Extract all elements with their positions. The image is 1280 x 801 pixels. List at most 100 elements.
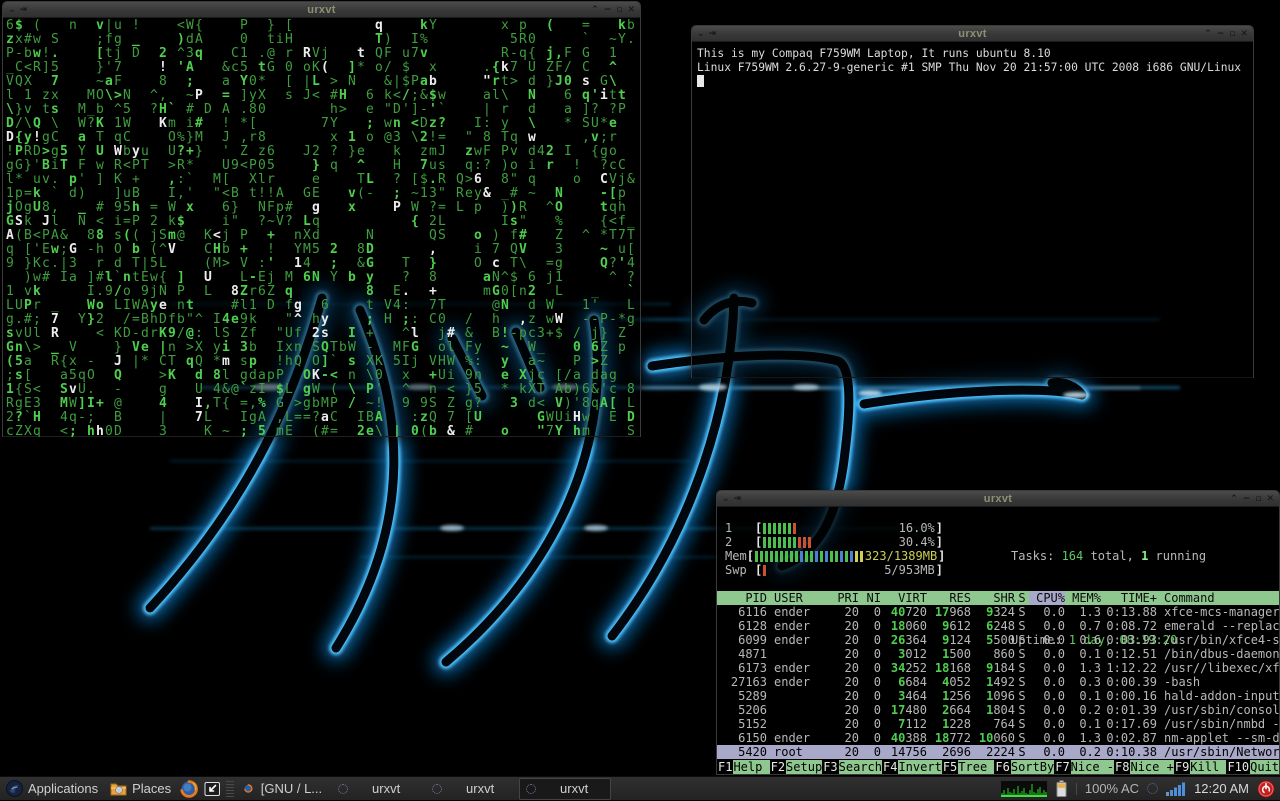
- process-row-27163[interactable]: 27163ender200668440521492S0.00.30:00.39-…: [717, 675, 1279, 689]
- window-pin-icon[interactable]: ⇥: [20, 2, 28, 18]
- fkey-F10[interactable]: F10Quit: [1226, 760, 1279, 774]
- htop-terminal-screen[interactable]: 1[16.0%]2[30.4%]Mem[323/1389MB]Swp[5/953…: [717, 507, 1279, 774]
- shade-icon[interactable]: ⌃: [1204, 26, 1212, 42]
- taskbar-window-3-urxvt[interactable]: urxvt: [519, 778, 611, 800]
- column-header-Command[interactable]: Command: [1157, 591, 1279, 605]
- table-cell: 14756: [881, 745, 927, 759]
- task-button-label: urxvt: [372, 781, 400, 796]
- window-urxvt-cmatrix: ⌄ ⇥ urxvt ⌃ − ▫ ✕ 6$ ( n v|u ! <W{ P } […: [2, 1, 641, 437]
- taskbar-window-2-urxvt[interactable]: urxvt: [425, 778, 517, 800]
- power-quit-icon[interactable]: [1257, 780, 1275, 798]
- table-cell: 0.2: [1065, 703, 1101, 717]
- titlebar[interactable]: ⌄ ⇥ urxvt ⌃ − ▫ ✕: [717, 491, 1279, 507]
- table-cell: [767, 703, 833, 717]
- fkey-F7[interactable]: F7Nice -: [1054, 760, 1114, 774]
- column-header-PID[interactable]: PID: [725, 591, 767, 605]
- column-header-NI[interactable]: NI: [859, 591, 881, 605]
- process-row-5289[interactable]: 5289200346412561096S0.00.10:00.16hald-ad…: [717, 689, 1279, 703]
- process-row-5420[interactable]: 5420root2001475626962224S0.00.20:10.38/u…: [717, 745, 1279, 759]
- table-cell: 20: [833, 689, 859, 703]
- window-menu-icon[interactable]: ⌄: [697, 26, 705, 42]
- clock[interactable]: 12:20 AM: [1194, 781, 1249, 796]
- process-row-6173[interactable]: 6173ender20034252181689184S0.01.31:12.22…: [717, 661, 1279, 675]
- minimize-icon[interactable]: −: [1243, 491, 1251, 507]
- window-pin-icon[interactable]: ⇥: [734, 491, 742, 507]
- matrix-row: Gn\> _ V } Ve |n >X yi 3b Ixn SQTbW - MF…: [6, 341, 640, 355]
- fkey-F8[interactable]: F8Nice +: [1114, 760, 1174, 774]
- cmatrix-terminal-screen[interactable]: 6$ ( n v|u ! <W{ P } [ q kY x p ( = kbzx…: [3, 18, 640, 437]
- table-cell: S: [1015, 633, 1029, 647]
- app-launcher[interactable]: [201, 777, 224, 801]
- applications-menu[interactable]: Applications: [0, 777, 104, 801]
- fkey-F9[interactable]: F9Kill: [1174, 760, 1227, 774]
- column-header-MEM%[interactable]: MEM%: [1065, 591, 1101, 605]
- table-cell: 0: [859, 703, 881, 717]
- process-row-5206[interactable]: 52062001748026641804S0.00.20:01.39/usr/s…: [717, 703, 1279, 717]
- process-row-5152[interactable]: 515220071121228764S0.00.10:17.69/usr/sbi…: [717, 717, 1279, 731]
- column-header-VIRT[interactable]: VIRT: [881, 591, 927, 605]
- table-cell: ender: [767, 605, 833, 619]
- table-cell: root: [767, 745, 833, 759]
- fkey-F2[interactable]: F2Setup: [770, 760, 823, 774]
- minimize-icon[interactable]: −: [1217, 26, 1225, 42]
- taskbar-window-0-firefox[interactable]: [GNU / L...: [237, 778, 329, 800]
- tray-urxvt-icon[interactable]: [1147, 783, 1158, 794]
- table-cell: 2696: [927, 745, 971, 759]
- column-header-SHR[interactable]: SHR: [971, 591, 1015, 605]
- close-icon[interactable]: ✕: [1266, 491, 1274, 507]
- maximize-icon[interactable]: ▫: [1229, 26, 1235, 42]
- places-menu[interactable]: Places: [104, 777, 177, 801]
- column-header-TIME+[interactable]: TIME+: [1101, 591, 1157, 605]
- process-row-6150[interactable]: 6150ender200403881877210060S0.01.30:02.8…: [717, 731, 1279, 745]
- titlebar[interactable]: ⌄ ⇥ urxvt ⌃ − ▫ ✕: [692, 26, 1253, 42]
- shade-icon[interactable]: ⌃: [591, 2, 599, 18]
- maximize-icon[interactable]: ▫: [616, 2, 622, 18]
- window-title: urxvt: [3, 4, 640, 16]
- process-row-6116[interactable]: 6116ender20040720179689324S0.01.30:13.88…: [717, 605, 1279, 619]
- taskbar-window-1-urxvt[interactable]: urxvt: [331, 778, 423, 800]
- battery-status-label[interactable]: 100% AC: [1085, 781, 1139, 796]
- table-cell: S: [1015, 605, 1029, 619]
- window-menu-icon[interactable]: ⌄: [8, 2, 16, 18]
- maximize-icon[interactable]: ▫: [1255, 491, 1261, 507]
- firefox-launcher[interactable]: [177, 777, 201, 801]
- matrix-row: ;s[ a5qO Q >K d 8l gdapP OK-< n \0 x +Ui…: [6, 369, 640, 383]
- table-cell: 5420: [725, 745, 767, 759]
- fkey-F1[interactable]: F1Help: [717, 760, 770, 774]
- matrix-row: cZXq <; hh0D 3 K ~ ; 5 mE (#= 2e\ | 0(b …: [6, 425, 640, 437]
- htop-table-header[interactable]: PIDUSERPRINIVIRTRESSHRSCPU%MEM%TIME+Comm…: [717, 591, 1279, 605]
- battery-icon[interactable]: [1055, 780, 1068, 797]
- minimize-icon[interactable]: −: [604, 2, 612, 18]
- column-header-S[interactable]: S: [1015, 591, 1029, 605]
- titlebar[interactable]: ⌄ ⇥ urxvt ⌃ − ▫ ✕: [3, 2, 640, 18]
- column-header-RES[interactable]: RES: [927, 591, 971, 605]
- table-cell: 1:12.22: [1101, 661, 1157, 675]
- table-cell: 3012: [881, 647, 927, 661]
- table-cell: 0: [859, 731, 881, 745]
- fkey-F3[interactable]: F3Search: [822, 760, 882, 774]
- table-cell: 0: [859, 633, 881, 647]
- close-icon[interactable]: ✕: [627, 2, 635, 18]
- cpu-graph-icon[interactable]: [1001, 781, 1047, 797]
- table-cell: /usr/sbin/NetworkM: [1157, 745, 1279, 759]
- column-header-PRI[interactable]: PRI: [833, 591, 859, 605]
- table-cell: 0.0: [1029, 731, 1065, 745]
- fkey-F5[interactable]: F5Tree: [942, 760, 995, 774]
- process-row-6128[interactable]: 6128ender2001806096126248S0.00.70:08.72e…: [717, 619, 1279, 633]
- fkey-F4[interactable]: F4Invert: [882, 760, 942, 774]
- shell-terminal-screen[interactable]: This is my Compaq F759WM Laptop, It runs…: [692, 42, 1253, 378]
- table-cell: 20: [833, 605, 859, 619]
- firefox-icon: [244, 781, 253, 796]
- shade-icon[interactable]: ⌃: [1230, 491, 1238, 507]
- table-cell: 10060: [971, 731, 1015, 745]
- process-row-6099[interactable]: 6099ender2002636491245500S0.00.60:03.93/…: [717, 633, 1279, 647]
- column-header-USER[interactable]: USER: [767, 591, 833, 605]
- process-row-4871[interactable]: 487120030121500860S0.00.10:12.51/bin/dbu…: [717, 647, 1279, 661]
- panel-handle[interactable]: [226, 781, 234, 797]
- network-signal-icon[interactable]: [1166, 781, 1186, 796]
- window-pin-icon[interactable]: ⇥: [709, 26, 717, 42]
- fkey-F6[interactable]: F6SortBy: [994, 760, 1054, 774]
- close-icon[interactable]: ✕: [1240, 26, 1248, 42]
- window-menu-icon[interactable]: ⌄: [722, 491, 730, 507]
- column-header-CPU%[interactable]: CPU%: [1029, 591, 1065, 605]
